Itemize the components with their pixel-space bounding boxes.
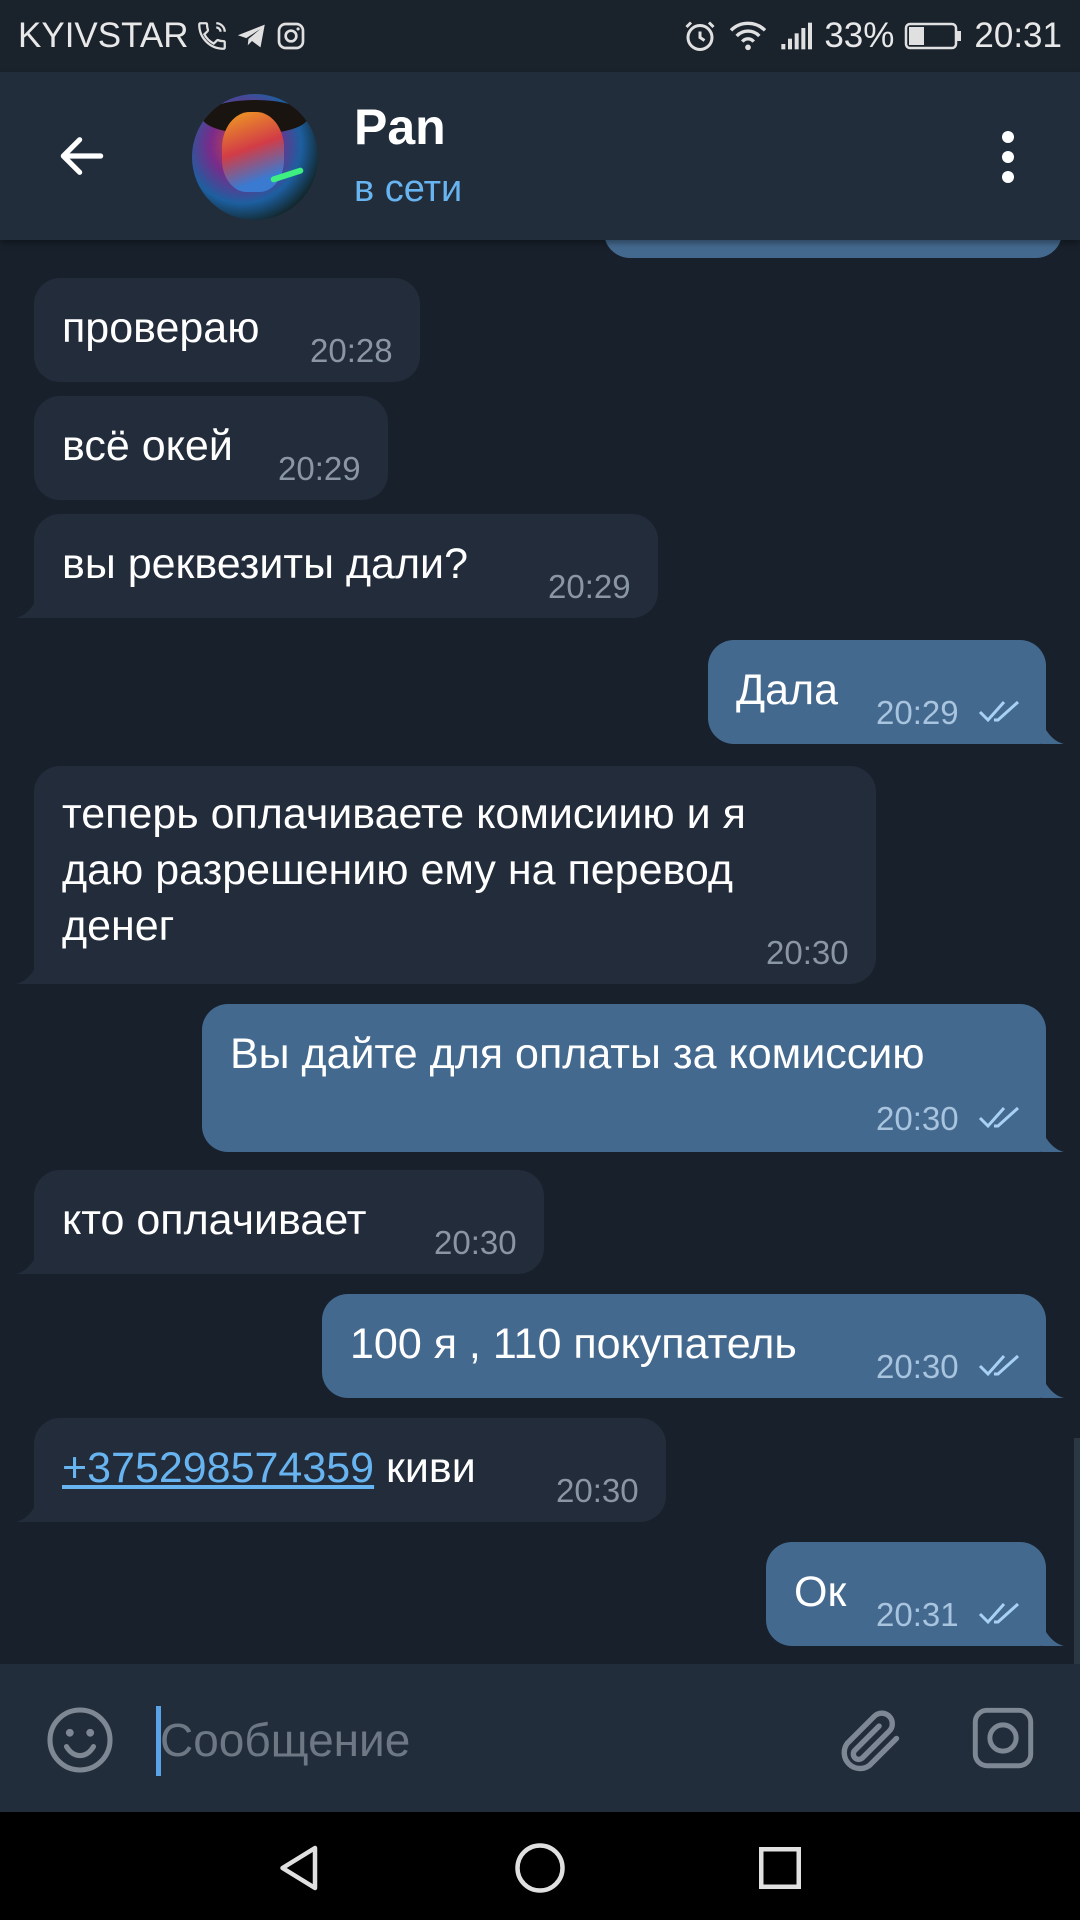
wifi-icon (728, 19, 768, 53)
bubble-tail (16, 1252, 38, 1274)
alarm-icon (682, 18, 718, 54)
contact-status: в сети (354, 168, 463, 210)
message-time: 20:30 (876, 1348, 959, 1385)
message-text: кто оплачивает (62, 1196, 367, 1244)
camera-button[interactable] (968, 1702, 1038, 1774)
message-text: всё окей (62, 422, 233, 470)
instagram-icon (275, 20, 307, 52)
message-time: 20:28 (310, 332, 393, 369)
contact-name[interactable]: Pan (354, 98, 446, 156)
message-bubble-partial (604, 240, 1062, 258)
message-bubble-incoming[interactable]: всё окей 20:29 (34, 396, 388, 500)
back-button[interactable] (50, 124, 114, 188)
camera-icon (972, 1707, 1034, 1769)
message-time: 20:29 (278, 450, 361, 487)
message-text: Вы дайте для оплаты за комиссию (230, 1030, 925, 1078)
battery-percent: 33% (824, 16, 895, 55)
message-text: вы реквезиты дали? (62, 540, 468, 588)
message-bubble-outgoing[interactable]: Вы дайте для оплаты за комиссию 20:30 (202, 1004, 1046, 1152)
message-bubble-outgoing[interactable]: Ок 20:31 (766, 1542, 1046, 1646)
read-checks-icon (978, 1106, 1020, 1129)
attach-button[interactable] (830, 1700, 906, 1780)
message-bubble-incoming[interactable]: теперь оплачиваете комисиию и я даю разр… (34, 766, 876, 984)
nav-recents-button[interactable] (750, 1838, 810, 1898)
message-text-line: денег (62, 902, 175, 950)
bubble-tail (1042, 1130, 1064, 1152)
message-input[interactable] (160, 1704, 800, 1776)
bubble-tail (1042, 1624, 1064, 1646)
read-checks-icon (978, 1354, 1020, 1377)
message-text-line: даю разрешению ему на перевод (62, 846, 733, 894)
nav-back-icon (280, 1845, 318, 1891)
bubble-tail (1042, 722, 1064, 744)
avatar[interactable] (192, 94, 318, 220)
message-bubble-outgoing[interactable]: 100 я , 110 покупатель 20:30 (322, 1294, 1046, 1398)
message-bubble-incoming[interactable]: кто оплачивает 20:30 (34, 1170, 544, 1274)
message-text-line: теперь оплачиваете комисиию и я (62, 790, 746, 838)
message-text-suffix: киви (374, 1444, 476, 1492)
bubble-tail (16, 962, 38, 984)
message-bubble-incoming[interactable]: провераю 20:28 (34, 278, 420, 382)
phone-icon (195, 19, 229, 53)
more-vertical-icon (1002, 131, 1014, 143)
nav-home-icon (515, 1843, 565, 1893)
status-time: 20:31 (974, 16, 1062, 55)
arrow-left-icon (60, 137, 104, 175)
paperclip-icon (841, 1710, 900, 1772)
bubble-tail (16, 596, 38, 618)
chat-header: Pan в сети (0, 72, 1080, 240)
message-bubble-outgoing[interactable]: Дала 20:29 (708, 640, 1046, 744)
message-text: провераю (62, 304, 260, 352)
phone-link[interactable]: +375298574359 (62, 1444, 374, 1492)
signal-icon (778, 20, 814, 52)
smiley-icon (47, 1707, 113, 1773)
message-time: 20:31 (876, 1596, 959, 1633)
message-composer (0, 1664, 1080, 1812)
message-text: Дала (736, 666, 839, 714)
nav-recents-icon (759, 1847, 801, 1889)
message-time: 20:29 (876, 694, 959, 731)
read-checks-icon (978, 1602, 1020, 1625)
more-menu-button[interactable] (990, 122, 1026, 192)
message-time: 20:29 (548, 568, 631, 605)
carrier-name: KYIVSTAR (18, 16, 189, 55)
nav-home-button[interactable] (510, 1838, 570, 1898)
status-bar: KYIVSTAR 33% 20:31 (0, 0, 1080, 72)
read-checks-icon (978, 700, 1020, 723)
bubble-tail (16, 1500, 38, 1522)
message-bubble-incoming[interactable]: вы реквезиты дали? 20:29 (34, 514, 658, 618)
message-text: +375298574359 киви (62, 1440, 476, 1496)
bubble-tail (1042, 1376, 1064, 1398)
message-time: 20:30 (434, 1224, 517, 1261)
message-time: 20:30 (766, 934, 849, 971)
message-text: Ок (794, 1568, 847, 1616)
message-bubble-incoming[interactable]: +375298574359 киви 20:30 (34, 1418, 666, 1522)
nav-back-button[interactable] (270, 1838, 330, 1898)
scrollbar[interactable] (1074, 1438, 1080, 1664)
telegram-icon (235, 19, 269, 53)
message-time: 20:30 (876, 1100, 959, 1137)
message-list[interactable]: провераю 20:28 всё окей 20:29 вы реквези… (0, 240, 1080, 1664)
battery-icon (904, 21, 964, 51)
message-time: 20:30 (556, 1472, 639, 1509)
system-nav-bar (0, 1812, 1080, 1920)
message-text: 100 я , 110 покупатель (350, 1320, 797, 1368)
emoji-button[interactable] (44, 1704, 116, 1776)
